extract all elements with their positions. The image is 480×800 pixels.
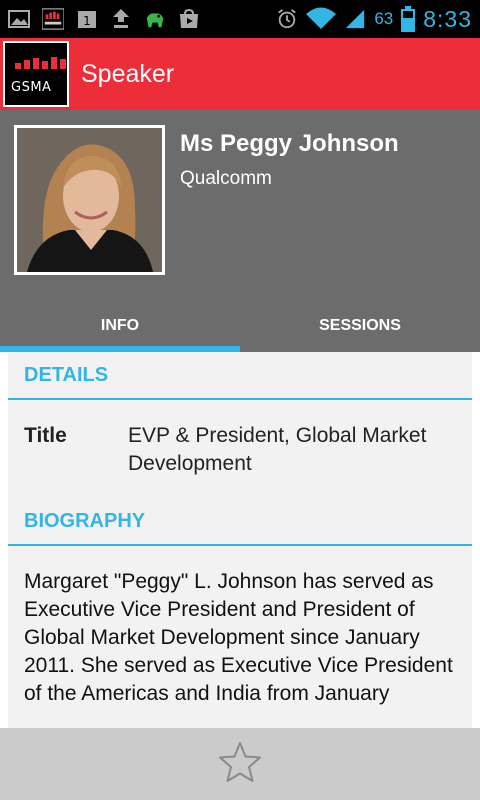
logo-bars-icon bbox=[15, 57, 66, 69]
speaker-name: Ms Peggy Johnson bbox=[180, 130, 399, 157]
svg-text:1: 1 bbox=[83, 14, 91, 28]
speaker-company: Qualcomm bbox=[180, 168, 272, 189]
tab-bar: INFO SESSIONS bbox=[0, 300, 480, 352]
clock: 8:33 bbox=[423, 5, 472, 32]
upload-icon bbox=[110, 8, 132, 30]
detail-value: EVP & President, Global Market Developme… bbox=[128, 424, 427, 475]
speaker-header: Ms Peggy Johnson Qualcomm bbox=[0, 110, 480, 300]
signal-icon bbox=[344, 8, 366, 30]
details-heading: DETAILS bbox=[8, 352, 472, 400]
action-bar: GSMA Speaker bbox=[0, 38, 480, 110]
alarm-icon bbox=[276, 8, 298, 30]
gsma-logo[interactable]: GSMA bbox=[3, 41, 69, 107]
android-icon bbox=[144, 8, 166, 30]
logo-text: GSMA bbox=[11, 80, 52, 95]
biography-heading: BIOGRAPHY bbox=[8, 498, 472, 546]
calendar-icon: 1 bbox=[76, 8, 98, 30]
speaker-photo bbox=[14, 125, 165, 275]
play-store-icon bbox=[178, 8, 200, 30]
status-bar: 1 63 8:33 bbox=[0, 0, 480, 38]
biography-text: Margaret "Peggy" L. Johnson has served a… bbox=[24, 570, 453, 705]
detail-label: Title bbox=[24, 424, 67, 447]
tab-info[interactable]: INFO bbox=[0, 300, 240, 352]
tab-sessions[interactable]: SESSIONS bbox=[240, 300, 480, 352]
battery-level: 63 bbox=[374, 9, 394, 28]
star-outline-icon[interactable] bbox=[218, 740, 262, 789]
detail-row-title: Title EVP & President, Global Market Dev… bbox=[8, 400, 472, 498]
page-title: Speaker bbox=[81, 59, 175, 88]
gallery-icon bbox=[8, 8, 30, 30]
wifi-icon bbox=[306, 7, 337, 30]
gsma-notification-icon bbox=[42, 8, 64, 30]
battery-icon bbox=[401, 6, 416, 32]
scroll-fade bbox=[8, 702, 472, 728]
bottom-bar bbox=[0, 728, 480, 800]
content-panel[interactable]: DETAILS Title EVP & President, Global Ma… bbox=[8, 352, 472, 728]
